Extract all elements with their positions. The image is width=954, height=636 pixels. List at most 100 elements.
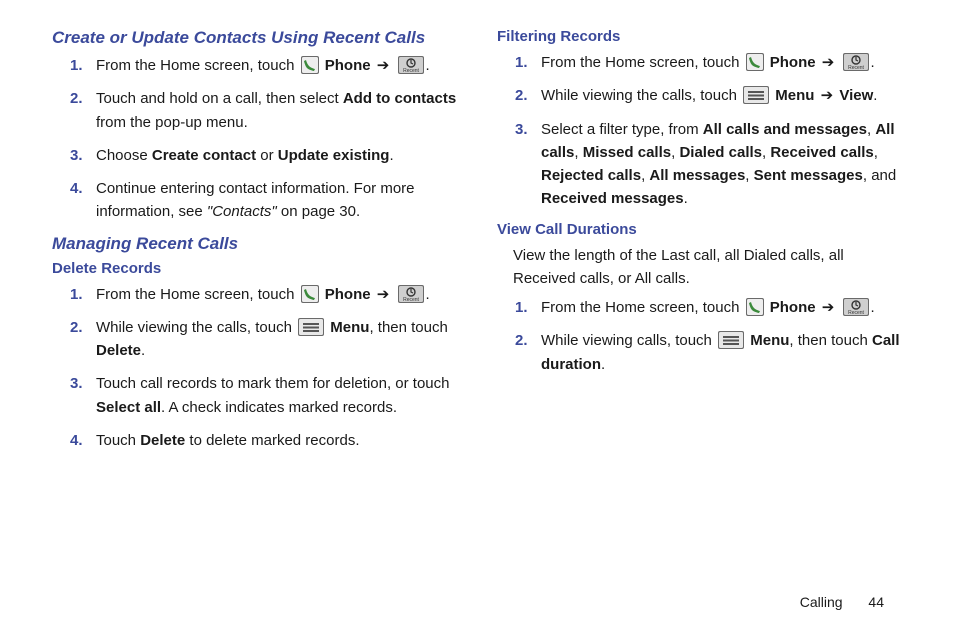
delete-step-4: Touch Delete to delete marked records. [96, 429, 457, 452]
recent-icon [398, 285, 424, 303]
filter-step-3: Select a filter type, from All calls and… [541, 118, 902, 211]
text: All calls and messages [703, 121, 867, 138]
arrow-icon: ➔ [820, 54, 837, 71]
text: . [426, 286, 430, 303]
duration-step-2: While viewing calls, touch Menu, then to… [541, 329, 902, 376]
text: . [873, 87, 877, 104]
text: From the Home screen, touch [541, 54, 744, 71]
text: Touch [96, 432, 140, 449]
footer-section: Calling [800, 594, 843, 610]
create-steps: From the Home screen, touch Phone ➔ . To… [52, 54, 457, 224]
text: , and [863, 167, 896, 184]
heading-create-update: Create or Update Contacts Using Recent C… [52, 28, 457, 48]
left-column: Create or Update Contacts Using Recent C… [52, 28, 457, 462]
text: Rejected calls [541, 167, 641, 184]
text: , [745, 167, 753, 184]
text: on page 30. [277, 203, 360, 220]
text: View [839, 87, 873, 104]
delete-step-3: Touch call records to mark them for dele… [96, 372, 457, 419]
text: . [141, 342, 145, 359]
text: Received calls [770, 144, 873, 161]
text: "Contacts" [207, 203, 277, 220]
page-columns: Create or Update Contacts Using Recent C… [52, 28, 902, 462]
heading-view-durations: View Call Durations [497, 221, 902, 238]
text: . [389, 147, 393, 164]
recent-icon [398, 56, 424, 74]
text: . A check indicates marked records. [161, 399, 397, 416]
text: , [874, 144, 878, 161]
right-column: Filtering Records From the Home screen, … [497, 28, 902, 462]
text: , [574, 144, 582, 161]
view-durations-intro: View the length of the Last call, all Di… [513, 244, 902, 291]
phone-icon [746, 298, 764, 316]
text: Add to contacts [343, 90, 456, 107]
text: Delete [140, 432, 185, 449]
menu-label: Menu [750, 332, 789, 349]
phone-icon [301, 285, 319, 303]
phone-icon [746, 53, 764, 71]
page-footer: Calling 44 [800, 594, 884, 610]
menu-label: Menu [330, 319, 369, 336]
filter-step-1: From the Home screen, touch Phone ➔ . [541, 51, 902, 74]
text: From the Home screen, touch [541, 299, 744, 316]
text: Delete [96, 342, 141, 359]
text: . [871, 299, 875, 316]
create-step-3: Choose Create contact or Update existing… [96, 144, 457, 167]
menu-icon [298, 318, 324, 336]
text: Create contact [152, 147, 256, 164]
text: Touch and hold on a call, then select [96, 90, 343, 107]
menu-icon [718, 331, 744, 349]
text: While viewing the calls, touch [541, 87, 741, 104]
delete-step-2: While viewing the calls, touch Menu, the… [96, 316, 457, 363]
menu-label: Menu [775, 87, 814, 104]
text: , then touch [789, 332, 872, 349]
phone-icon [301, 56, 319, 74]
text: to delete marked records. [185, 432, 359, 449]
heading-filtering: Filtering Records [497, 28, 902, 45]
text: From the Home screen, touch [96, 57, 299, 74]
text: Missed calls [583, 144, 671, 161]
create-step-2: Touch and hold on a call, then select Ad… [96, 87, 457, 134]
text: Select all [96, 399, 161, 416]
create-step-1: From the Home screen, touch Phone ➔ . [96, 54, 457, 77]
text: From the Home screen, touch [96, 286, 299, 303]
phone-label: Phone [325, 286, 371, 303]
text: . [426, 57, 430, 74]
text: . [871, 54, 875, 71]
phone-label: Phone [325, 57, 371, 74]
text: or [256, 147, 278, 164]
duration-step-1: From the Home screen, touch Phone ➔ . [541, 296, 902, 319]
text: While viewing the calls, touch [96, 319, 296, 336]
recent-icon [843, 53, 869, 71]
delete-steps: From the Home screen, touch Phone ➔ . Wh… [52, 283, 457, 453]
text: Choose [96, 147, 152, 164]
text: . [684, 190, 688, 207]
text: Touch call records to mark them for dele… [96, 375, 450, 392]
text: All messages [649, 167, 745, 184]
filter-step-2: While viewing the calls, touch Menu ➔ Vi… [541, 84, 902, 107]
heading-delete-records: Delete Records [52, 260, 457, 277]
arrow-icon: ➔ [820, 299, 837, 316]
text: While viewing calls, touch [541, 332, 716, 349]
text: Received messages [541, 190, 684, 207]
heading-managing: Managing Recent Calls [52, 234, 457, 254]
arrow-icon: ➔ [819, 87, 836, 104]
phone-label: Phone [770, 54, 816, 71]
arrow-icon: ➔ [375, 286, 392, 303]
arrow-icon: ➔ [375, 57, 392, 74]
text: Dialed calls [679, 144, 762, 161]
create-step-4: Continue entering contact information. F… [96, 177, 457, 224]
text: from the pop-up menu. [96, 114, 248, 131]
text: , then touch [369, 319, 447, 336]
filter-steps: From the Home screen, touch Phone ➔ . Wh… [497, 51, 902, 211]
text: . [601, 356, 605, 373]
delete-step-1: From the Home screen, touch Phone ➔ . [96, 283, 457, 306]
recent-icon [843, 298, 869, 316]
duration-steps: From the Home screen, touch Phone ➔ . Wh… [497, 296, 902, 376]
text: Sent messages [754, 167, 863, 184]
phone-label: Phone [770, 299, 816, 316]
text: Update existing [278, 147, 390, 164]
text: Select a filter type, from [541, 121, 703, 138]
footer-page-number: 44 [868, 594, 884, 610]
menu-icon [743, 86, 769, 104]
